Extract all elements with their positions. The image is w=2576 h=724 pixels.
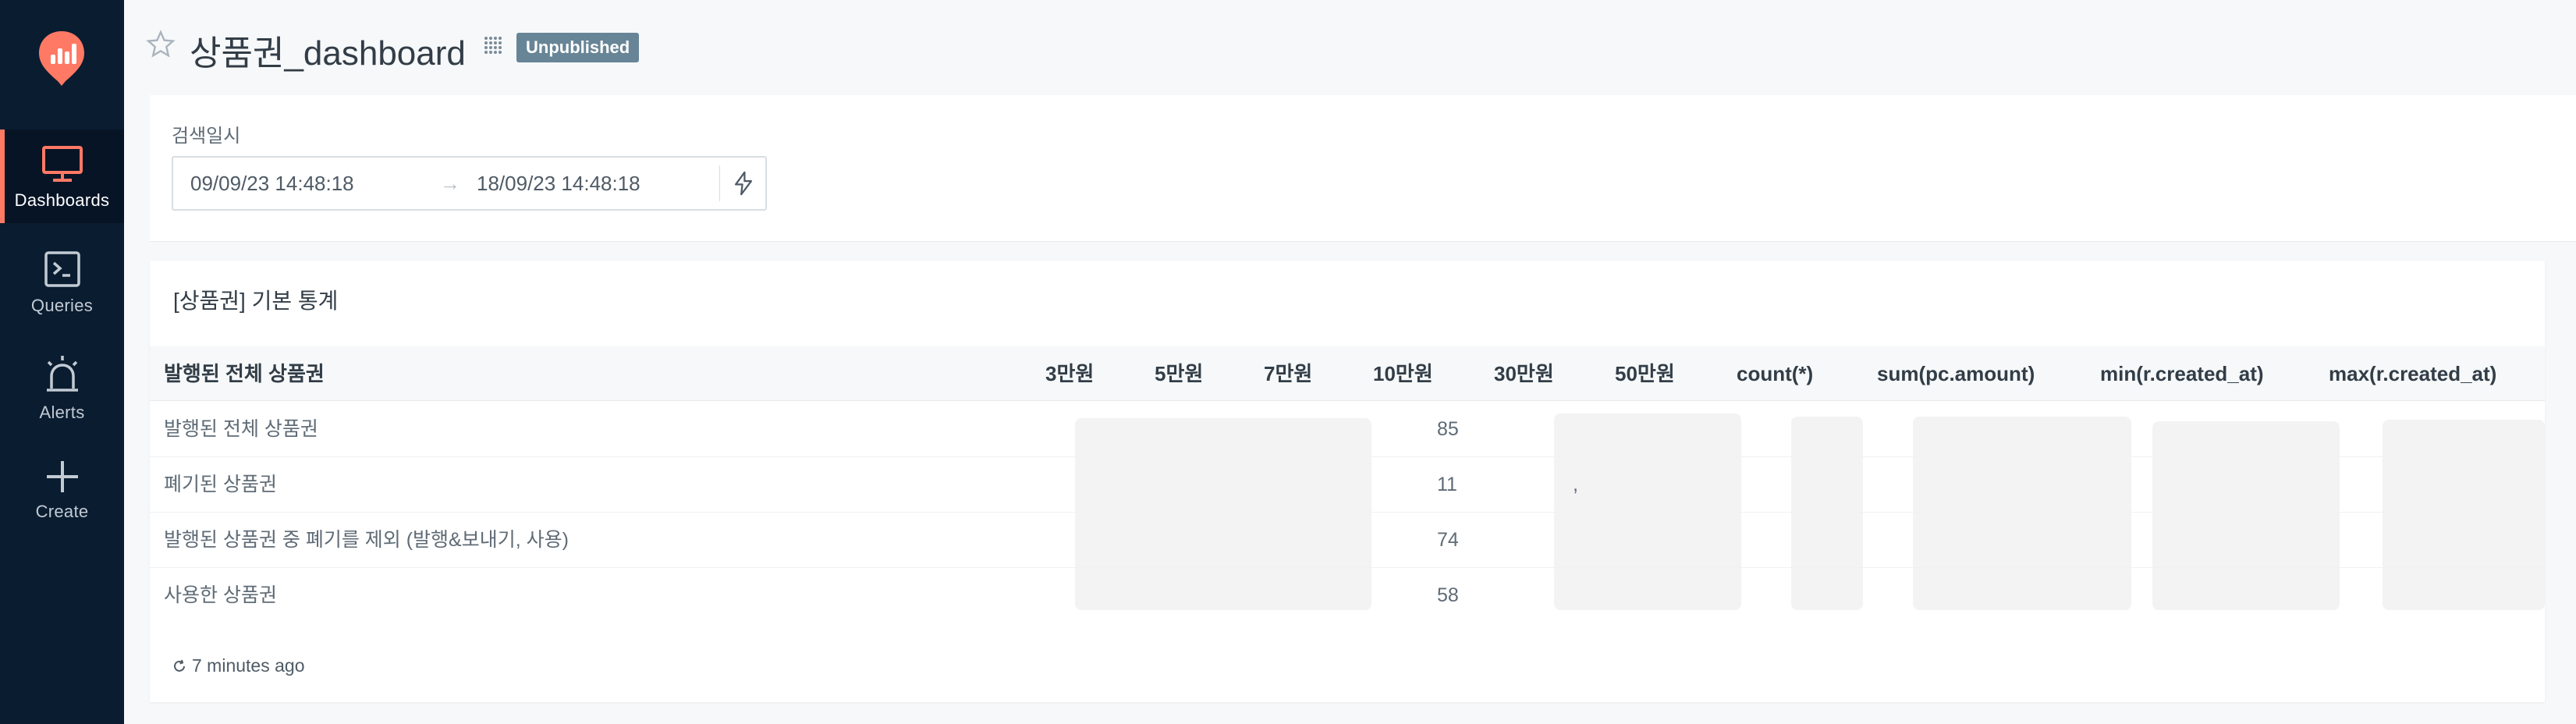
refresh-time: 7 minutes ago bbox=[192, 655, 305, 676]
divider bbox=[719, 165, 720, 201]
dynamic-date-bolt-icon[interactable] bbox=[730, 170, 757, 197]
row-label: 폐기된 상품권 bbox=[164, 474, 277, 495]
alarm-icon bbox=[46, 356, 78, 392]
date-range-picker[interactable]: 09/09/23 14:48:18 → 18/09/23 14:48:18 bbox=[172, 156, 767, 211]
column-header[interactable]: 7만원 bbox=[1264, 346, 1312, 401]
cell-10man: 74 bbox=[1437, 529, 1459, 551]
table-row: 발행된 전체 상품권 85 bbox=[150, 402, 2545, 457]
column-header[interactable]: 3만원 bbox=[1045, 346, 1094, 401]
favorite-star-icon[interactable] bbox=[146, 30, 176, 59]
column-header[interactable]: 발행된 전체 상품권 bbox=[164, 346, 325, 401]
column-header[interactable]: 50만원 bbox=[1615, 346, 1675, 401]
sidebar-item-label: Alerts bbox=[39, 403, 85, 422]
sidebar-item-queries[interactable]: Queries bbox=[0, 236, 124, 330]
page-title[interactable]: 상품권_dashboard bbox=[190, 25, 466, 75]
plus-icon bbox=[46, 461, 78, 492]
sidebar-item-create[interactable]: Create bbox=[0, 450, 124, 544]
refresh-status[interactable]: 7 minutes ago bbox=[172, 655, 304, 676]
grid-dots-icon[interactable] bbox=[482, 34, 504, 56]
table-row: 발행된 상품권 중 폐기를 제외 (발행&보내기, 사용) 74 bbox=[150, 513, 2545, 568]
widget-card: [상품권] 기본 통계 발행된 전체 상품권 3만원 5만원 7만원 10만원 … bbox=[150, 261, 2545, 702]
column-header[interactable]: min(r.created_at) bbox=[2100, 346, 2264, 401]
column-header[interactable]: count(*) bbox=[1737, 346, 1813, 401]
row-label: 사용한 상품권 bbox=[164, 584, 277, 606]
cell-10man: 58 bbox=[1437, 584, 1459, 606]
column-header[interactable]: 10만원 bbox=[1373, 346, 1433, 401]
column-header[interactable]: sum(pc.amount) bbox=[1877, 346, 2035, 401]
date-range-arrow: → bbox=[440, 172, 460, 195]
status-badge: Unpublished bbox=[516, 33, 640, 62]
monitor-icon bbox=[41, 146, 83, 182]
column-header[interactable]: max(r.created_at) bbox=[2329, 346, 2496, 401]
sidebar-item-label: Create bbox=[35, 502, 89, 521]
table-row: 사용한 상품권 58 bbox=[150, 568, 2545, 623]
terminal-icon bbox=[44, 251, 80, 287]
sidebar-item-label: Dashboards bbox=[14, 190, 110, 210]
refresh-icon bbox=[174, 659, 185, 672]
cell-30man: , bbox=[1573, 474, 1578, 495]
page-header: 상품권_dashboard Unpublished bbox=[124, 0, 2576, 92]
date-filter-label: 검색일시 bbox=[172, 126, 241, 147]
app-logo-icon[interactable] bbox=[37, 30, 86, 87]
sidebar: Dashboards Queries Alerts Create bbox=[0, 0, 124, 724]
table-header: 발행된 전체 상품권 3만원 5만원 7만원 10만원 30만원 50만원 co… bbox=[150, 346, 2545, 401]
start-date-input[interactable]: 09/09/23 14:48:18 bbox=[190, 158, 354, 209]
sidebar-item-label: Queries bbox=[30, 296, 94, 315]
column-header[interactable]: 30만원 bbox=[1494, 346, 1554, 401]
table-row: 폐기된 상품권 11 , bbox=[150, 457, 2545, 513]
sidebar-item-dashboards[interactable]: Dashboards bbox=[0, 130, 124, 223]
filter-panel: 검색일시 09/09/23 14:48:18 → 18/09/23 14:48:… bbox=[150, 95, 2576, 242]
row-label: 발행된 상품권 중 폐기를 제외 (발행&보내기, 사용) bbox=[164, 529, 569, 551]
end-date-input[interactable]: 18/09/23 14:48:18 bbox=[477, 158, 640, 209]
column-header[interactable]: 5만원 bbox=[1155, 346, 1203, 401]
row-label: 발행된 전체 상품권 bbox=[164, 418, 318, 440]
cell-10man: 11 bbox=[1437, 474, 1457, 495]
widget-title[interactable]: [상품권] 기본 통계 bbox=[173, 284, 338, 315]
sidebar-item-alerts[interactable]: Alerts bbox=[0, 343, 124, 437]
cell-10man: 85 bbox=[1437, 418, 1459, 440]
